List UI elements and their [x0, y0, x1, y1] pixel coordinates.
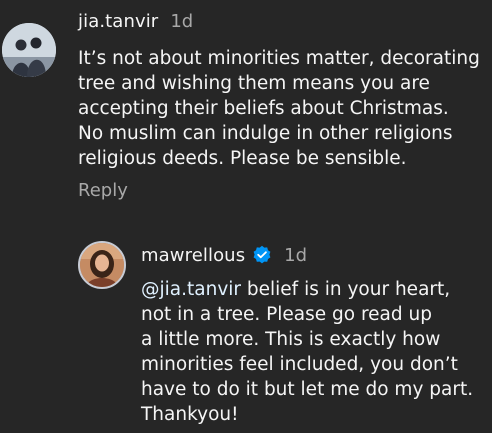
comment-line: tree and wishing them means you are — [78, 73, 430, 94]
comment-line: accepting their beliefs about Christmas. — [78, 98, 449, 119]
comment-line: have to do it but let me do my part. — [141, 379, 474, 400]
comment-text: @jia.tanvir belief is in your heart, not… — [141, 277, 473, 427]
timestamp: 1d — [170, 10, 194, 32]
comment-line: It’s not about minorities matter, decora… — [78, 48, 480, 69]
username[interactable]: mawrellous — [141, 245, 245, 266]
profile-photo-icon — [80, 243, 124, 287]
reply-button[interactable]: Reply — [78, 180, 128, 201]
timestamp: 1d — [284, 244, 308, 266]
verified-badge-icon — [252, 245, 272, 265]
comment-line: @jia.tanvir belief is in your heart, — [141, 277, 473, 302]
avatar[interactable] — [2, 23, 56, 77]
profile-photo-icon — [2, 23, 56, 77]
comment-line: minorities feel included, you don’t — [141, 354, 458, 375]
comment-line: religious deeds. Please be sensible. — [78, 148, 407, 169]
username[interactable]: jia.tanvir — [78, 11, 158, 32]
comment-header: mawrellous 1d — [141, 242, 307, 268]
comment-header: jia.tanvir 1d — [78, 9, 193, 33]
comment-line: No muslim can indulge in other religions — [78, 123, 453, 144]
comment-line-text: belief is in your heart, — [241, 279, 451, 300]
comment-line: a little more. This is exactly how — [141, 329, 441, 350]
avatar[interactable] — [78, 241, 126, 289]
comment-line: not in a tree. Please go read up — [141, 304, 432, 325]
mention-link[interactable]: @jia.tanvir — [141, 279, 241, 300]
comment-text: It’s not about minorities matter, decora… — [78, 46, 480, 171]
comment-line: Thankyou! — [141, 404, 239, 425]
